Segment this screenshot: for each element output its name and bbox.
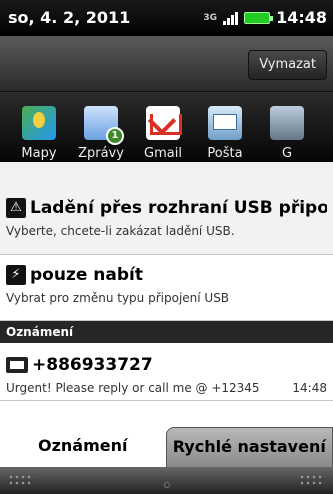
app-label: Gmail (144, 146, 182, 161)
app-messages[interactable]: 1 Zprávy (70, 92, 132, 162)
tab-notifications[interactable]: Oznámení (0, 427, 166, 467)
unread-badge: 1 (106, 127, 124, 145)
mail-icon (208, 106, 242, 140)
usb-connection-notification[interactable]: ⚡ pouze nabít Vybrat pro změnu typu přip… (0, 255, 333, 321)
notification-message: Urgent! Please reply or call me @ +12345 (6, 381, 260, 395)
app-label: Mapy (21, 146, 57, 161)
warning-icon: ⚠ (6, 198, 26, 218)
app-label: Zprávy (78, 146, 124, 161)
app-gmail[interactable]: Gmail (132, 92, 194, 162)
app-maps[interactable]: Mapy (8, 92, 70, 162)
status-indicators: 3G 14:48 (203, 8, 327, 27)
grip-icon (299, 474, 325, 486)
notification-subtitle: Vyberte, chcete-li zakázat ladění USB. (6, 224, 235, 238)
notification-title: Ladění přes rozhraní USB připoje (30, 198, 327, 218)
status-bar: so, 4. 2, 2011 3G 14:48 (0, 0, 333, 36)
grip-icon (8, 474, 34, 486)
notifications-section-header: Oznámení (0, 321, 333, 343)
tab-quick-settings[interactable]: Rychlé nastavení (165, 427, 333, 467)
notification-sender: +886933727 (32, 355, 153, 375)
notification-time: 14:48 (292, 381, 327, 395)
status-time: 14:48 (276, 8, 327, 27)
app-mail[interactable]: Pošta (194, 92, 256, 162)
network-type-icon: 3G (203, 12, 218, 23)
recent-apps-row: Mapy 1 Zprávy Gmail Pošta G (0, 92, 333, 162)
sms-notification[interactable]: +886933727 Urgent! Please reply or call … (0, 343, 333, 401)
usb-icon: ⚡ (6, 265, 26, 285)
message-icon (6, 357, 28, 373)
list-spacer (0, 401, 333, 427)
notification-title: pouze nabít (30, 265, 143, 285)
handle-knob-icon (164, 482, 170, 488)
app-label: G (281, 146, 293, 161)
notification-subtitle: Vybrat pro změnu typu připojení USB (6, 291, 230, 305)
usb-debugging-notification[interactable]: ⚠ Ladění přes rozhraní USB připoje Vyber… (0, 162, 333, 255)
tab-bar: Oznámení Rychlé nastavení (0, 427, 333, 467)
battery-icon (244, 11, 274, 24)
drawer-handle[interactable] (0, 467, 333, 494)
signal-strength-icon (223, 11, 239, 25)
gmail-icon (146, 106, 182, 140)
maps-icon (22, 106, 56, 140)
app-icon (270, 106, 304, 140)
notification-header: Vymazat (0, 36, 333, 92)
app-partial[interactable]: G (256, 92, 318, 162)
status-date: so, 4. 2, 2011 (8, 8, 131, 27)
app-label: Pošta (207, 146, 243, 161)
clear-button[interactable]: Vymazat (248, 50, 327, 80)
messages-icon: 1 (84, 106, 124, 145)
